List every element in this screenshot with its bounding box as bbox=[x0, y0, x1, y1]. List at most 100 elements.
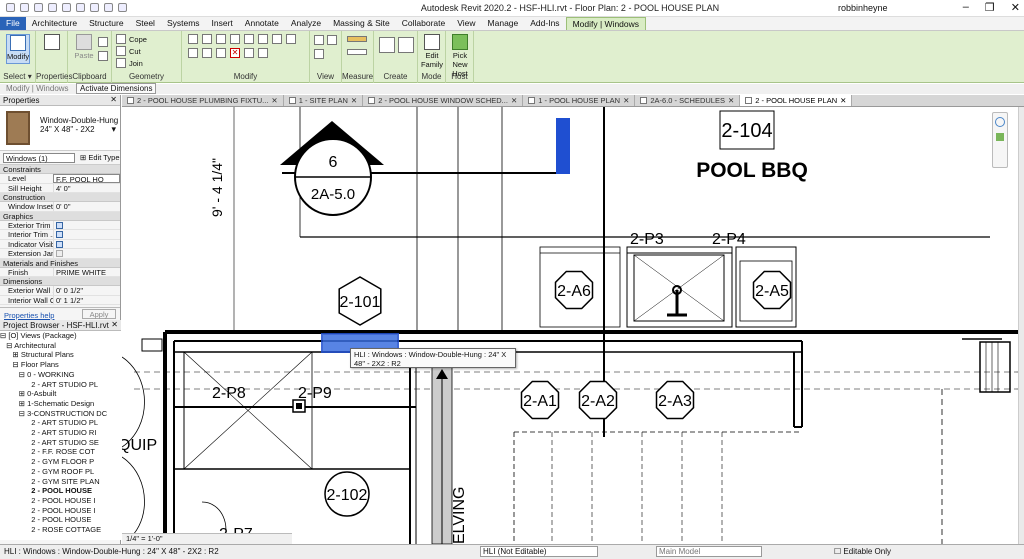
workset-select[interactable]: HLI (Not Editable) bbox=[480, 546, 598, 557]
property-value[interactable]: 4' 0" bbox=[53, 183, 120, 192]
override-icon[interactable] bbox=[327, 35, 337, 45]
property-value[interactable]: 0' 1 1/2" bbox=[53, 295, 120, 304]
view-tab[interactable]: 2 - POOL HOUSE PLAN ✕ bbox=[740, 95, 853, 106]
array-icon[interactable] bbox=[202, 48, 212, 58]
browser-tree-item[interactable]: 2 - POOL HOUSE bbox=[0, 486, 121, 496]
ribbon-tab-manage[interactable]: Manage bbox=[482, 17, 525, 30]
app-icon[interactable] bbox=[6, 3, 15, 12]
copy-icon[interactable] bbox=[98, 51, 108, 61]
browser-tree-item[interactable]: ⊟ 3-CONSTRUCTION DC bbox=[0, 409, 121, 419]
instance-filter-select[interactable]: Windows (1) bbox=[3, 153, 75, 163]
close-icon[interactable]: ✕ bbox=[271, 96, 277, 105]
browser-tree-item[interactable]: 2 - ART STUDIO PL bbox=[0, 380, 121, 390]
property-group[interactable]: Dimensions bbox=[0, 277, 120, 286]
3d-view-icon[interactable] bbox=[118, 3, 127, 12]
browser-tree-item[interactable]: 2 - GYM SITE PLAN bbox=[0, 477, 121, 487]
property-value[interactable]: 0' 0" bbox=[53, 202, 120, 211]
property-value[interactable] bbox=[53, 239, 120, 248]
print-icon[interactable] bbox=[76, 3, 85, 12]
browser-tree-item[interactable]: ⊟ Architectural bbox=[0, 341, 121, 351]
ribbon-tab-view[interactable]: View bbox=[451, 17, 481, 30]
browser-tree-item[interactable]: 2 - POOL HOUSE I bbox=[0, 496, 121, 506]
property-value[interactable] bbox=[53, 230, 120, 239]
property-value[interactable]: F.F. POOL HO bbox=[53, 174, 120, 183]
browser-tree-item[interactable]: 2 - F.F. ROSE COT bbox=[0, 447, 121, 457]
edit-type-button[interactable]: ⊞ Edit Type bbox=[80, 153, 120, 162]
close-icon[interactable]: ✕ bbox=[511, 96, 517, 105]
browser-tree-item[interactable]: ⊞ Structural Plans bbox=[0, 350, 121, 360]
copy-tool-icon[interactable] bbox=[272, 34, 282, 44]
offset-icon[interactable] bbox=[202, 34, 212, 44]
ribbon-tab-analyze[interactable]: Analyze bbox=[285, 17, 327, 30]
browser-tree-item[interactable]: 2 - POOL HOUSE I bbox=[0, 506, 121, 516]
browser-tree-item[interactable]: ⊟ 0 - WORKING bbox=[0, 370, 121, 380]
close-icon[interactable]: ✕ bbox=[351, 96, 357, 105]
property-group[interactable]: Construction bbox=[0, 193, 120, 202]
paste-button[interactable]: Paste bbox=[72, 34, 96, 64]
browser-tree-item[interactable]: 2 - POOL HOUSE bbox=[0, 515, 121, 525]
close-icon[interactable]: ✕ bbox=[840, 96, 846, 105]
activate-dimensions-button[interactable]: Activate Dimensions bbox=[76, 83, 157, 94]
browser-tree-item[interactable]: 2 - ART STUDIO SE bbox=[0, 438, 121, 448]
checkbox-icon[interactable] bbox=[56, 250, 63, 257]
mirror-draw-icon[interactable] bbox=[230, 34, 240, 44]
checkbox-icon[interactable] bbox=[56, 221, 63, 229]
cut-icon[interactable] bbox=[98, 37, 108, 47]
maximize-icon[interactable]: ❐ bbox=[985, 1, 995, 14]
browser-tree-item[interactable]: ⊟ Floor Plans bbox=[0, 360, 121, 370]
user-name[interactable]: robbinheyne bbox=[838, 3, 888, 13]
lock-icon[interactable] bbox=[244, 48, 254, 58]
ruler-icon[interactable] bbox=[347, 36, 367, 42]
chevron-down-icon[interactable]: ▾ bbox=[111, 124, 116, 135]
scale-icon[interactable] bbox=[216, 48, 226, 58]
steering-wheel-icon[interactable] bbox=[995, 117, 1005, 127]
ribbon-tab-massing-site[interactable]: Massing & Site bbox=[327, 17, 396, 30]
browser-tree-item[interactable]: 2 - GYM FLOOR P bbox=[0, 457, 121, 467]
mirror-pick-icon[interactable] bbox=[216, 34, 226, 44]
rotate-icon[interactable] bbox=[286, 34, 296, 44]
ribbon-tab-steel[interactable]: Steel bbox=[130, 17, 161, 30]
minimize-icon[interactable]: – bbox=[963, 1, 969, 14]
navigation-bar[interactable] bbox=[992, 112, 1008, 168]
ribbon-tab-collaborate[interactable]: Collaborate bbox=[396, 17, 451, 30]
close-icon[interactable]: ✕ bbox=[623, 96, 629, 105]
split-icon[interactable] bbox=[244, 34, 254, 44]
editable-only-toggle[interactable]: ☐ Editable Only bbox=[834, 547, 891, 556]
ribbon-tab-modify-windows[interactable]: Modify | Windows bbox=[565, 17, 647, 30]
property-value[interactable]: PRIME WHITE bbox=[53, 267, 120, 276]
browser-tree-item[interactable]: ⊞ 1-Schematic Design bbox=[0, 399, 121, 409]
drawing-canvas[interactable]: 6 2A-5.0 9' - 4 1/4" 2-104 POOL BBQ QUIP… bbox=[122, 107, 1018, 544]
checkbox-icon[interactable] bbox=[56, 231, 63, 238]
ribbon-tab-systems[interactable]: Systems bbox=[161, 17, 206, 30]
save-icon[interactable] bbox=[34, 3, 43, 12]
browser-tree-item[interactable]: 2 - ART STUDIO RI bbox=[0, 428, 121, 438]
property-value[interactable]: 0' 0 1/2" bbox=[53, 286, 120, 295]
browser-tree-item[interactable]: 2 - GYM ROOF PL bbox=[0, 467, 121, 477]
align-icon[interactable] bbox=[188, 34, 198, 44]
close-icon[interactable]: ✕ bbox=[111, 320, 118, 329]
ribbon-tab-add-ins[interactable]: Add-Ins bbox=[524, 17, 565, 30]
browser-tree-item[interactable]: ⊟ [O] Views (Package) bbox=[0, 331, 121, 341]
property-group[interactable]: Graphics bbox=[0, 211, 120, 221]
close-icon[interactable]: ✕ bbox=[728, 96, 734, 105]
view-tab[interactable]: 2A-6.0 - SCHEDULES ✕ bbox=[635, 95, 741, 106]
move-icon[interactable] bbox=[258, 34, 268, 44]
pick-new-host-button[interactable]: Pick New Host bbox=[448, 34, 472, 78]
pin-icon[interactable] bbox=[314, 49, 324, 59]
edit-family-button[interactable]: Edit Family bbox=[420, 34, 444, 69]
cut-geometry-button[interactable]: Cut bbox=[116, 46, 141, 56]
create-group-icon[interactable] bbox=[379, 37, 395, 53]
ribbon-tab-file[interactable]: File bbox=[0, 17, 26, 30]
unpin-icon[interactable] bbox=[258, 48, 268, 58]
ribbon-tab-architecture[interactable]: Architecture bbox=[26, 17, 83, 30]
measure-icon[interactable] bbox=[90, 3, 99, 12]
design-option-select[interactable]: Main Model bbox=[656, 546, 762, 557]
checkbox-icon[interactable] bbox=[56, 240, 63, 248]
ribbon-tab-structure[interactable]: Structure bbox=[83, 17, 130, 30]
trim-icon[interactable] bbox=[188, 48, 198, 58]
apply-button[interactable]: Apply bbox=[82, 309, 116, 319]
close-icon[interactable]: ✕ bbox=[1011, 1, 1020, 14]
browser-tree-item[interactable]: 2 - ART STUDIO PL bbox=[0, 418, 121, 428]
properties-button[interactable] bbox=[40, 34, 64, 64]
hide-icon[interactable] bbox=[314, 35, 324, 45]
